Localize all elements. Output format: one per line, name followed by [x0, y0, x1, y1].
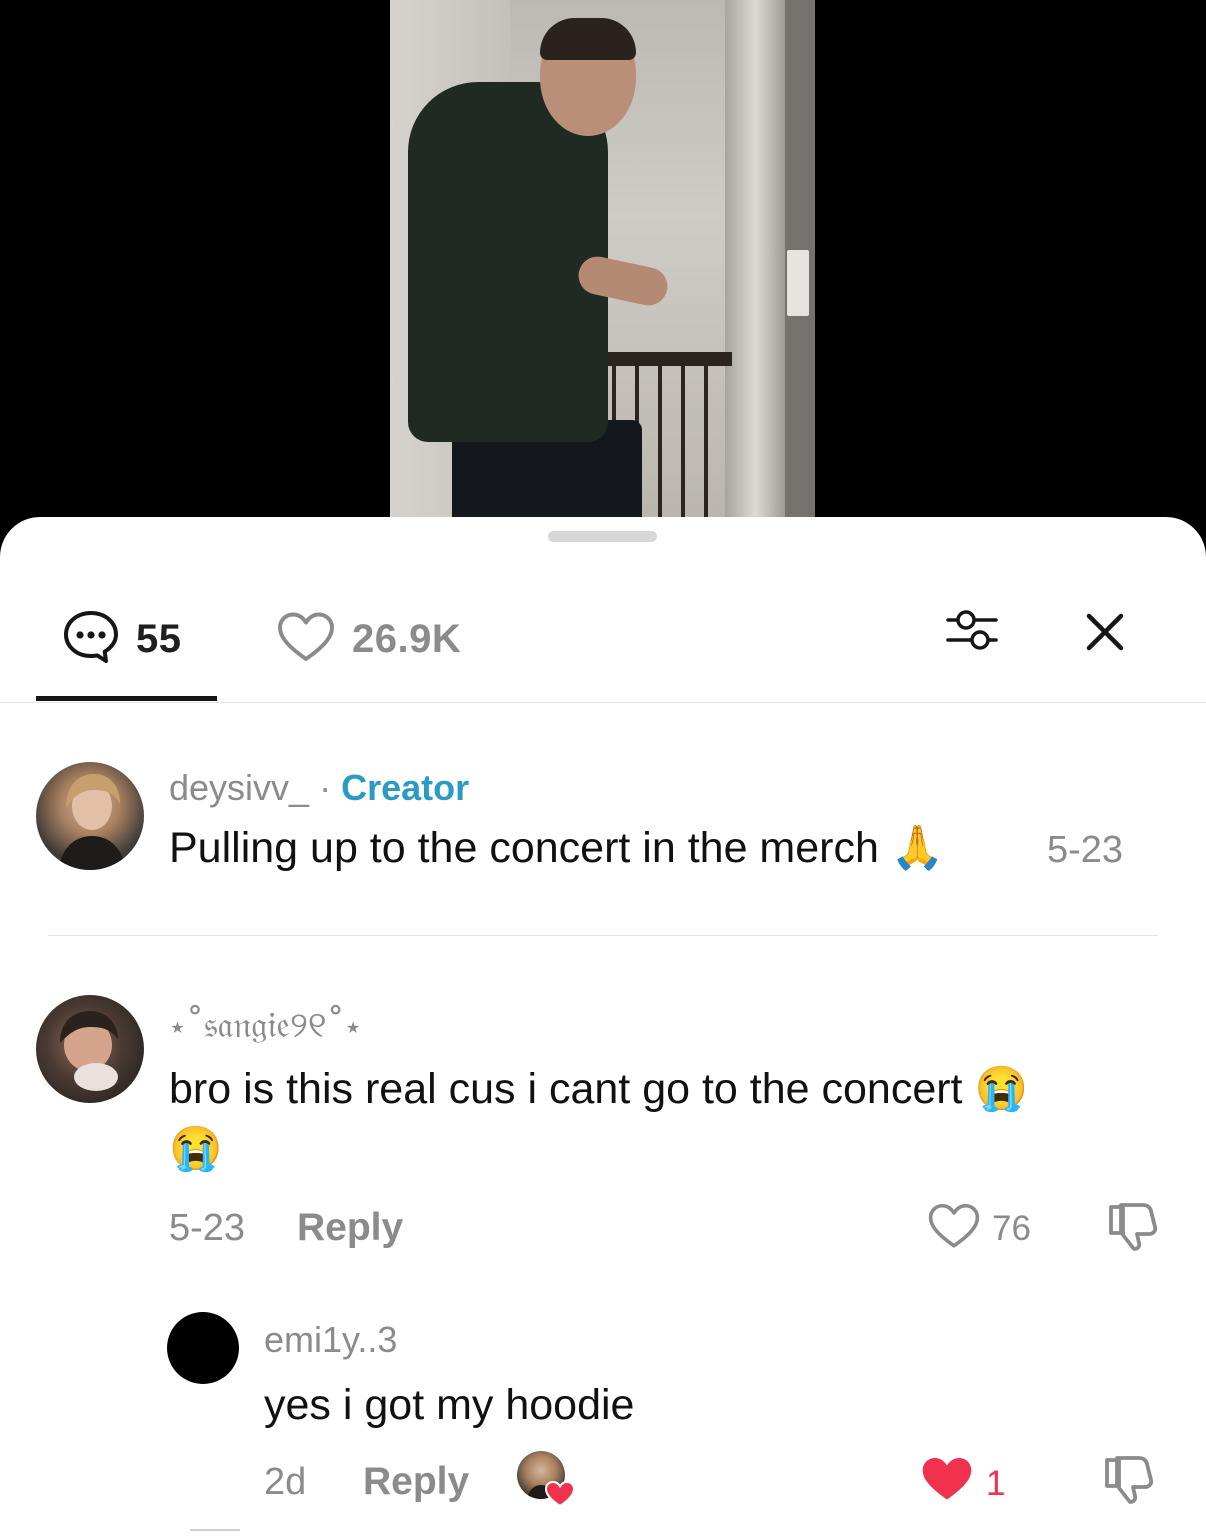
header-divider [0, 702, 1206, 703]
comment-text-continued: 😭 [169, 1124, 223, 1174]
reply-age: 2d [264, 1461, 307, 1503]
avatar[interactable] [167, 1312, 239, 1384]
sliders-icon [944, 607, 1000, 658]
video-person-body [408, 82, 608, 442]
comment-text: Pulling up to the concert in the merch 🙏 [169, 824, 945, 872]
dislike-button[interactable] [1100, 1453, 1156, 1509]
dislike-button[interactable] [1104, 1200, 1160, 1256]
video-player[interactable] [0, 0, 1206, 540]
close-button[interactable] [1080, 609, 1130, 659]
filter-button[interactable] [942, 607, 1002, 657]
heart-outline-icon [927, 1202, 981, 1255]
comment-date: 5-23 [169, 1207, 246, 1249]
thumbs-down-icon [1105, 1199, 1159, 1258]
avatar[interactable] [36, 762, 144, 870]
tab-likes[interactable]: 26.9K [276, 611, 461, 668]
comment-bubble-icon [62, 609, 120, 670]
reply-text: yes i got my hoodie [264, 1381, 635, 1429]
comments-sheet: 55 26.9K deysivv_ · Creator Pulling up t… [0, 517, 1206, 1538]
video-railing [602, 352, 732, 366]
video-light-switch [787, 250, 809, 316]
video-frame [390, 0, 815, 540]
comment-text: bro is this real cus i cant go to the co… [169, 1065, 1029, 1113]
like-button[interactable] [918, 1455, 976, 1507]
pinned-divider [48, 935, 1158, 936]
like-count: 76 [992, 1209, 1031, 1248]
heart-outline-icon [276, 611, 336, 668]
video-person-hair [540, 18, 636, 60]
like-button[interactable] [926, 1202, 982, 1254]
video-baluster [658, 366, 662, 540]
heart-filled-icon [919, 1454, 975, 1509]
creator-badge: Creator [341, 767, 470, 808]
view-more-divider [190, 1529, 240, 1531]
sheet-grabber[interactable] [548, 531, 657, 542]
thumbs-down-icon [1101, 1452, 1155, 1511]
crying-emoji-icon: 😭 [169, 1125, 223, 1173]
avatar[interactable] [36, 995, 144, 1103]
pray-emoji-icon: 🙏 [890, 824, 945, 872]
comment-date: 5-23 [1047, 829, 1124, 871]
comment-author[interactable]: ⋆˚𝔰𝔞𝔫𝔤𝔦𝔢୨୧˚⋆ [169, 1005, 362, 1047]
video-baluster [704, 366, 708, 540]
video-baluster [681, 366, 685, 540]
comments-count: 55 [136, 617, 182, 661]
video-doorframe [725, 0, 785, 540]
reply-author[interactable]: emi1y..3 [264, 1319, 397, 1361]
reply-button[interactable]: Reply [363, 1460, 469, 1504]
reply-button[interactable]: Reply [297, 1206, 403, 1250]
active-tab-indicator [36, 696, 217, 701]
crying-emoji-icon: 😭 [974, 1065, 1029, 1113]
close-icon [1083, 610, 1127, 659]
like-count: 1 [986, 1464, 1006, 1503]
likes-count: 26.9K [352, 617, 462, 661]
comment-author[interactable]: deysivv_ · Creator [169, 767, 469, 809]
tab-comments[interactable]: 55 [62, 609, 182, 670]
heart-badge-icon [544, 1480, 576, 1512]
